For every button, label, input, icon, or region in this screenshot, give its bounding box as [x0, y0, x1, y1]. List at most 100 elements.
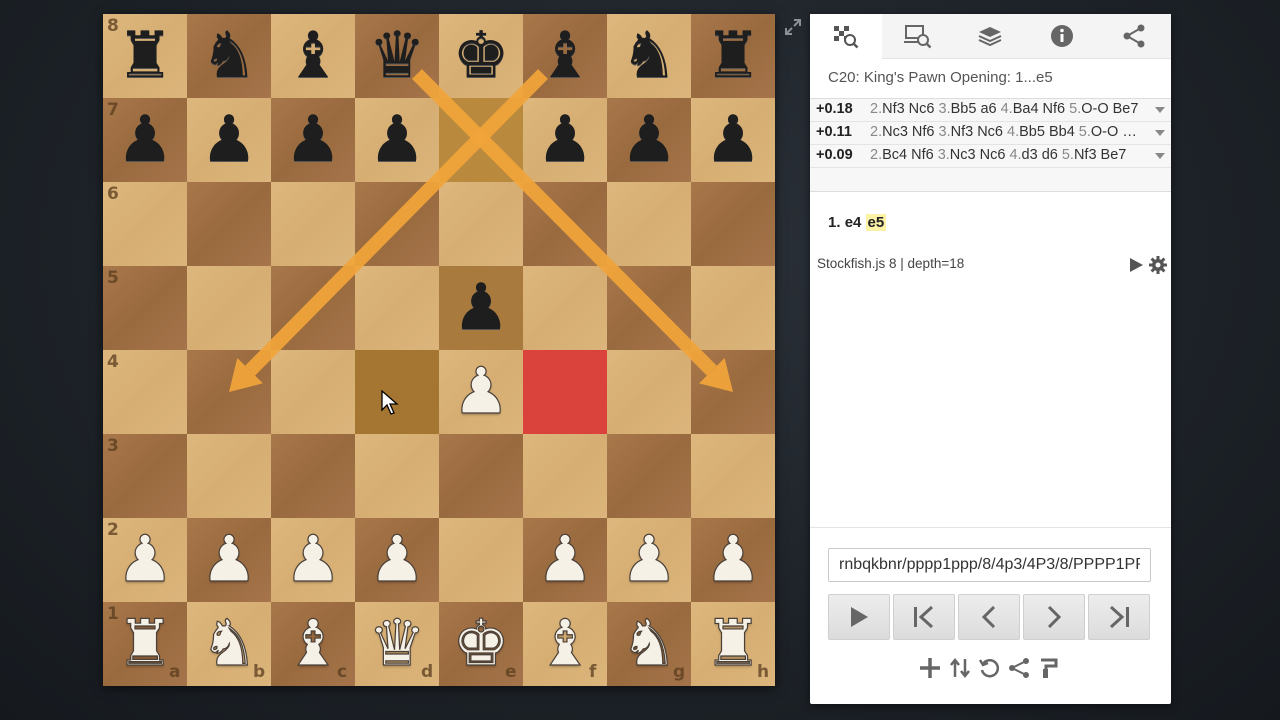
previous-move-button[interactable] [958, 594, 1020, 640]
square-d5[interactable] [355, 266, 439, 350]
square-g5[interactable] [607, 266, 691, 350]
move-white[interactable]: e4 [845, 214, 862, 231]
square-f3[interactable] [523, 434, 607, 518]
square-e7[interactable] [439, 98, 523, 182]
black-queen[interactable]: ♛ [355, 14, 439, 98]
square-b3[interactable] [187, 434, 271, 518]
engine-play-icon[interactable] [1128, 257, 1144, 273]
square-c6[interactable] [271, 182, 355, 266]
expand-icon[interactable] [784, 18, 802, 36]
fen-input[interactable] [828, 548, 1151, 582]
white-rook[interactable]: ♜ [691, 602, 775, 686]
square-b5[interactable] [187, 266, 271, 350]
engine-settings-icon[interactable] [1148, 255, 1168, 275]
black-bishop[interactable]: ♝ [523, 14, 607, 98]
black-pawn[interactable]: ♟ [439, 266, 523, 350]
white-pawn[interactable]: ♟ [103, 518, 187, 602]
white-rook[interactable]: ♜ [103, 602, 187, 686]
chevron-down-icon[interactable] [1155, 107, 1165, 113]
square-h4[interactable] [691, 350, 775, 434]
white-pawn[interactable]: ♟ [691, 518, 775, 602]
tab-opening-book[interactable] [954, 14, 1026, 58]
square-h3[interactable] [691, 434, 775, 518]
white-pawn[interactable]: ♟ [607, 518, 691, 602]
square-b6[interactable] [187, 182, 271, 266]
tab-share[interactable] [1098, 14, 1170, 58]
black-pawn[interactable]: ♟ [607, 98, 691, 182]
black-pawn[interactable]: ♟ [691, 98, 775, 182]
black-rook[interactable]: ♜ [691, 14, 775, 98]
square-c4[interactable] [271, 350, 355, 434]
square-f6[interactable] [523, 182, 607, 266]
square-f4[interactable] [523, 350, 607, 434]
black-rook[interactable]: ♜ [103, 14, 187, 98]
white-knight[interactable]: ♞ [187, 602, 271, 686]
reset-button[interactable] [978, 656, 1002, 680]
black-pawn[interactable]: ♟ [271, 98, 355, 182]
reset-icon [979, 659, 1000, 678]
add-icon [920, 658, 940, 678]
white-king[interactable]: ♚ [439, 602, 523, 686]
square-h6[interactable] [691, 182, 775, 266]
tab-computer-analysis[interactable] [882, 14, 954, 58]
square-g4[interactable] [607, 350, 691, 434]
move-black-current[interactable]: e5 [865, 214, 887, 231]
pv-eval: +0.18 [816, 101, 853, 117]
square-c5[interactable] [271, 266, 355, 350]
pv-moves: 2.Nf3 Nc6 3.Bb5 a6 4.Ba4 Nf6 5.O-O Be7 [870, 101, 1139, 117]
rank-label: 3 [107, 436, 119, 456]
tab-info[interactable] [1026, 14, 1098, 58]
square-d6[interactable] [355, 182, 439, 266]
chevron-down-icon[interactable] [1155, 153, 1165, 159]
pv-eval: +0.09 [816, 147, 853, 163]
black-pawn[interactable]: ♟ [355, 98, 439, 182]
add-button[interactable] [918, 656, 942, 680]
white-pawn[interactable]: ♟ [187, 518, 271, 602]
chess-board[interactable]: 8 7 6 5 4 3 2 1 a b c d e f g h ♜ ♞ ♝ ♛ ♚ ♝ ♞ ♜ ♟ ♟ ♟ ♟ ♟ ♟ ♟ ♟ ♟ ♟ ♟ ♟ ♟ ♟ ♟ ♟… [103, 14, 775, 686]
square-c3[interactable] [271, 434, 355, 518]
white-queen[interactable]: ♛ [355, 602, 439, 686]
black-pawn[interactable]: ♟ [187, 98, 271, 182]
black-bishop[interactable]: ♝ [271, 14, 355, 98]
pv-line[interactable]: +0.18 2.Nf3 Nc6 3.Bb5 a6 4.Ba4 Nf6 5.O-O … [810, 99, 1171, 122]
white-pawn[interactable]: ♟ [355, 518, 439, 602]
white-pawn[interactable]: ♟ [271, 518, 355, 602]
square-e6[interactable] [439, 182, 523, 266]
square-h5[interactable] [691, 266, 775, 350]
white-pawn[interactable]: ♟ [439, 350, 523, 434]
next-move-button[interactable] [1023, 594, 1085, 640]
share-button[interactable] [1007, 656, 1031, 680]
rank-label: 5 [107, 268, 119, 288]
square-g3[interactable] [607, 434, 691, 518]
pv-moves: 2.Bc4 Nf6 3.Nc3 Nc6 4.d3 d6 5.Nf3 Be7 [870, 147, 1127, 163]
square-b4[interactable] [187, 350, 271, 434]
square-e3[interactable] [439, 434, 523, 518]
white-bishop[interactable]: ♝ [271, 602, 355, 686]
white-knight[interactable]: ♞ [607, 602, 691, 686]
flip-board-button[interactable] [948, 656, 972, 680]
pv-line[interactable]: +0.09 2.Bc4 Nf6 3.Nc3 Nc6 4.d3 d6 5.Nf3 B… [810, 145, 1171, 168]
tab-analysis[interactable] [810, 14, 882, 59]
panel-tabs [810, 14, 1171, 59]
square-d3[interactable] [355, 434, 439, 518]
analysis-icon [834, 25, 859, 48]
engine-lines: +0.18 2.Nf3 Nc6 3.Bb5 a6 4.Ba4 Nf6 5.O-O … [810, 98, 1171, 274]
black-pawn[interactable]: ♟ [523, 98, 607, 182]
black-pawn[interactable]: ♟ [103, 98, 187, 182]
previous-move-icon [981, 606, 996, 628]
play-button[interactable] [828, 594, 890, 640]
white-bishop[interactable]: ♝ [523, 602, 607, 686]
pv-eval: +0.11 [816, 124, 852, 140]
pv-line[interactable]: +0.11 2.Nc3 Nf6 3.Nf3 Nc6 4.Bb5 Bb4 5.O-O… [810, 122, 1171, 145]
square-e2[interactable] [439, 518, 523, 602]
last-move-button[interactable] [1088, 594, 1150, 640]
chevron-down-icon[interactable] [1155, 130, 1165, 136]
white-pawn[interactable]: ♟ [523, 518, 607, 602]
square-f5[interactable] [523, 266, 607, 350]
square-g6[interactable] [607, 182, 691, 266]
black-knight[interactable]: ♞ [187, 14, 271, 98]
paint-button[interactable] [1037, 656, 1061, 680]
first-move-button[interactable] [893, 594, 955, 640]
black-king[interactable]: ♚ [439, 14, 523, 98]
black-knight[interactable]: ♞ [607, 14, 691, 98]
